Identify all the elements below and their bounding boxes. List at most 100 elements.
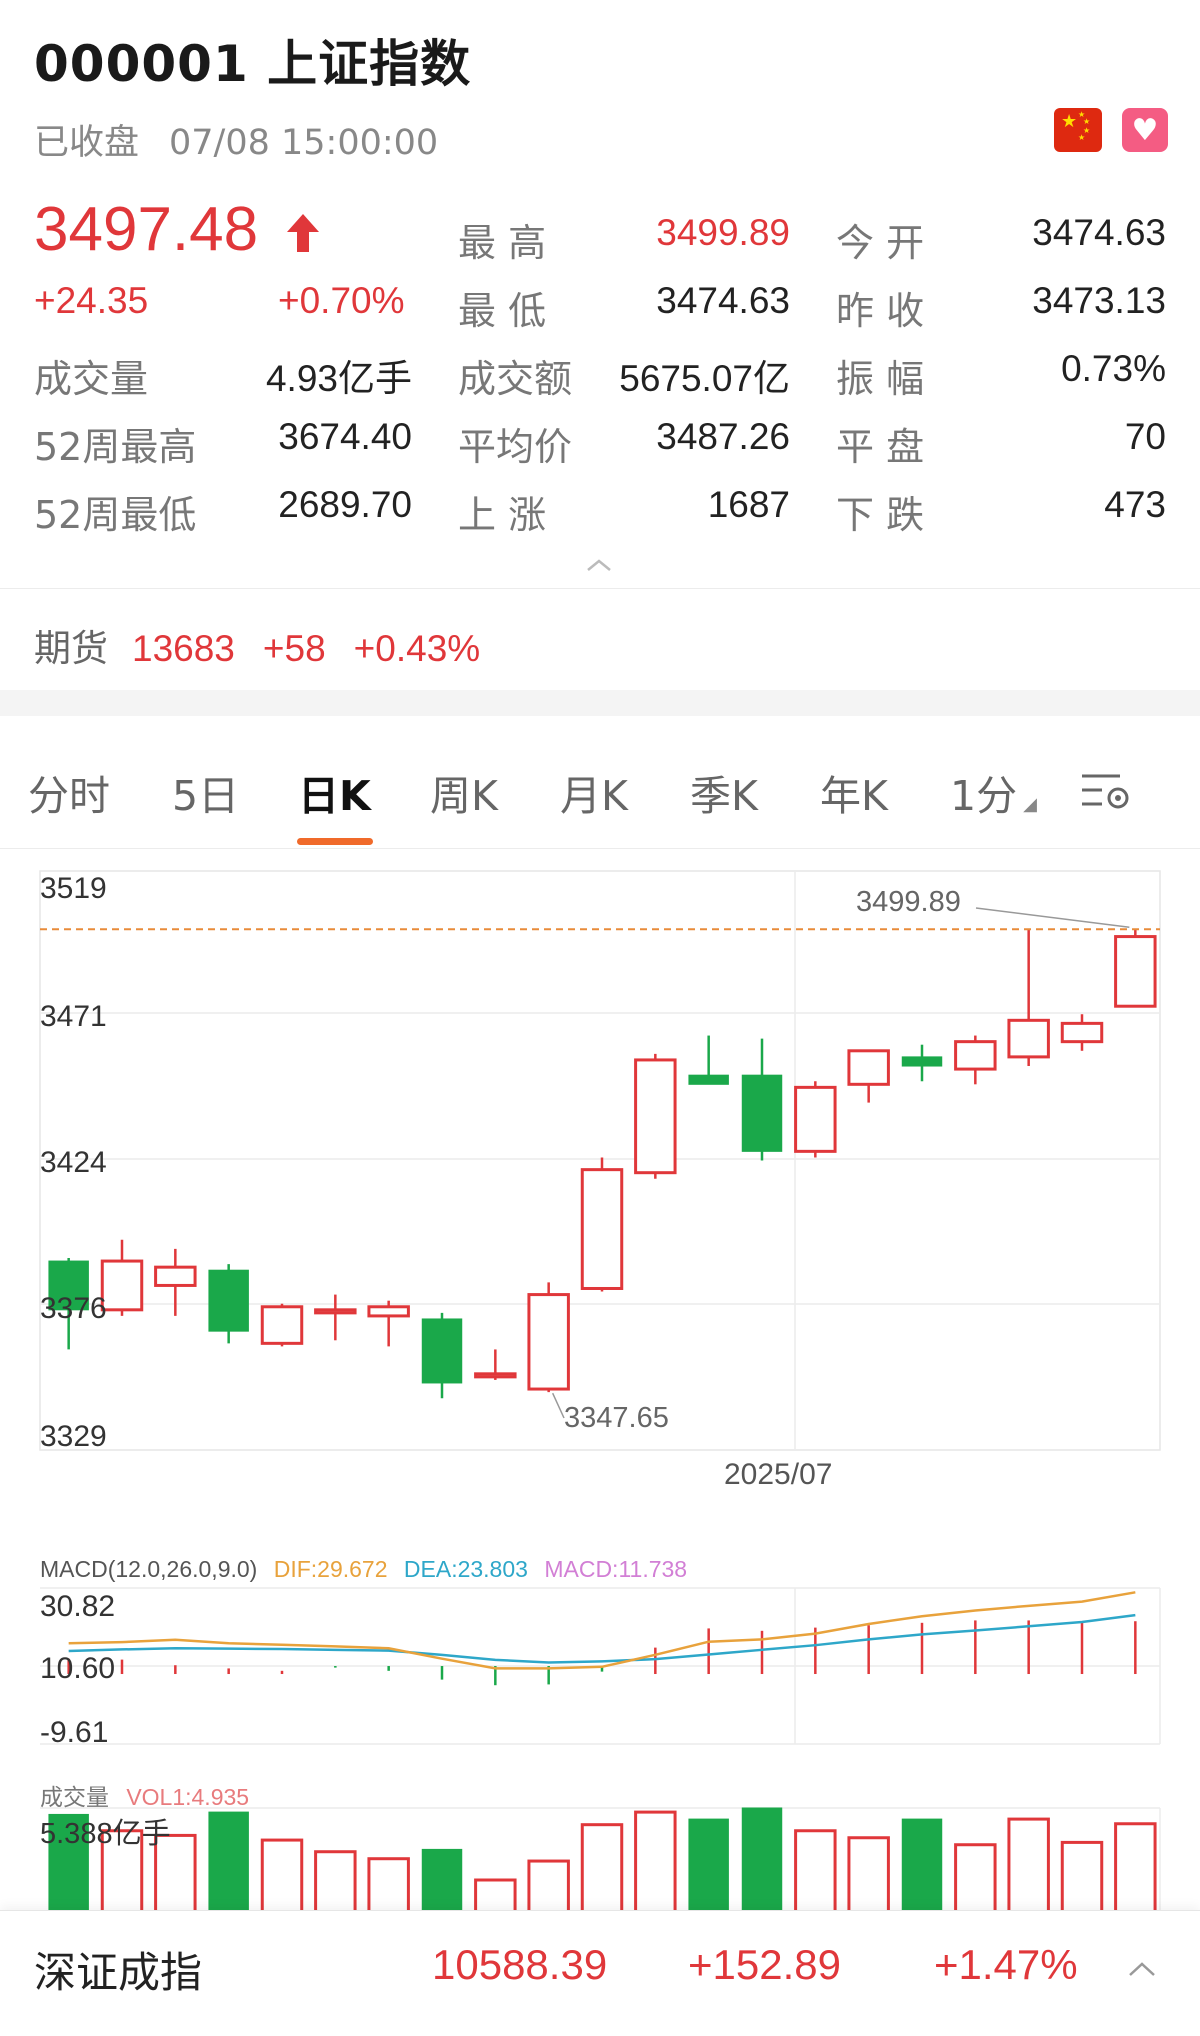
volume-label: 成交量 bbox=[40, 1785, 109, 1811]
stat-prevclose-value: 3473.13 bbox=[1032, 280, 1166, 321]
volume-bar bbox=[847, 1836, 890, 1910]
stat-prevclose-label: 昨 收 bbox=[836, 289, 925, 333]
candle-body bbox=[100, 1259, 144, 1312]
bottom-index-name: 深证成指 bbox=[34, 1948, 203, 1997]
volume-header: 成交量 VOL1:4.935 bbox=[40, 1778, 249, 1812]
high-callout-line bbox=[975, 907, 1130, 928]
candle-body bbox=[1114, 935, 1157, 1008]
expand-chevron-up-icon[interactable] bbox=[1128, 1961, 1156, 1977]
volume-bar bbox=[1007, 1817, 1050, 1910]
candle-body bbox=[794, 1085, 837, 1153]
candle-body bbox=[580, 1168, 624, 1290]
volume-bar bbox=[527, 1859, 570, 1910]
candle-body bbox=[260, 1305, 304, 1345]
volume-bar bbox=[474, 1878, 517, 1910]
candle-body bbox=[154, 1265, 197, 1287]
y-tick-label: 3424 bbox=[40, 1146, 107, 1179]
active-tab-indicator bbox=[297, 838, 373, 845]
high-price-annotation: 3499.89 bbox=[856, 886, 961, 918]
volume-bar bbox=[421, 1848, 463, 1910]
volume-bar bbox=[1060, 1840, 1104, 1910]
volume-bar bbox=[208, 1811, 249, 1910]
low-price-annotation: 3347.65 bbox=[564, 1402, 669, 1434]
stat-turnover-value: 5675.07亿 bbox=[619, 358, 790, 399]
volume-bar bbox=[367, 1857, 410, 1910]
china-flag-icon[interactable]: ★ ★ ★ ★ ★ bbox=[1054, 108, 1102, 152]
macd-dif-label: DIF:29.672 bbox=[273, 1556, 388, 1582]
stat-52w-high-label: 52周最高 bbox=[34, 425, 197, 469]
price-change-pct: +0.70% bbox=[278, 280, 405, 321]
section-separator bbox=[0, 690, 1200, 716]
stat-flat-value: 70 bbox=[1124, 416, 1166, 457]
stat-fall-label: 下 跌 bbox=[836, 493, 925, 537]
collapse-chevron-up-icon[interactable] bbox=[586, 558, 612, 572]
futures-value: 13683 bbox=[132, 628, 235, 669]
stat-volume-value: 4.93亿手 bbox=[265, 358, 412, 399]
stat-open-value: 3474.63 bbox=[1032, 212, 1166, 253]
stat-volume-label: 成交量 bbox=[34, 357, 149, 401]
tab-intraday[interactable]: 分时 bbox=[28, 762, 110, 822]
stat-turnover-label: 成交额 bbox=[458, 357, 573, 401]
y-tick-label: 3471 bbox=[40, 1000, 107, 1033]
stat-52w-low-value: 2689.70 bbox=[278, 484, 412, 525]
favorite-heart-icon[interactable]: ♥ bbox=[1122, 108, 1168, 152]
stat-open-label: 今 开 bbox=[836, 221, 925, 265]
macd-y-tick: -9.61 bbox=[40, 1716, 109, 1749]
bottom-index-bar[interactable]: 深证成指 10588.39 +152.89 +1.47% bbox=[0, 1910, 1200, 2036]
candle-body bbox=[954, 1040, 997, 1071]
chart-settings-icon[interactable] bbox=[1080, 768, 1136, 814]
volume-bar bbox=[688, 1818, 729, 1910]
tab-quarterly-k[interactable]: 季K bbox=[690, 762, 758, 822]
tab-daily-k[interactable]: 日K bbox=[298, 762, 371, 822]
volume-bar bbox=[260, 1838, 304, 1910]
stat-52w-low-label: 52周最低 bbox=[34, 493, 197, 537]
stock-chart[interactable] bbox=[0, 850, 1200, 1910]
stat-amplitude-label: 振 幅 bbox=[836, 357, 925, 401]
y-tick-label: 3329 bbox=[40, 1420, 107, 1453]
macd-header: MACD(12.0,26.0,9.0) DIF:29.672 DEA:23.80… bbox=[40, 1556, 687, 1583]
stat-rise-value: 1687 bbox=[707, 484, 790, 525]
stat-high-label: 最 高 bbox=[458, 221, 547, 265]
tab-yearly-k[interactable]: 年K bbox=[820, 762, 888, 822]
price-change: +24.35 bbox=[34, 280, 149, 321]
dropdown-triangle-icon: ◢ bbox=[1023, 794, 1037, 815]
y-tick-label: 3376 bbox=[40, 1292, 107, 1325]
volume-bar bbox=[1114, 1822, 1157, 1910]
x-axis-label: 2025/07 bbox=[724, 1458, 833, 1491]
volume-bar bbox=[580, 1823, 624, 1910]
low-callout-line bbox=[551, 1392, 565, 1419]
volume-bar bbox=[314, 1850, 357, 1910]
bottom-index-change-pct: +1.47% bbox=[934, 1941, 1078, 1988]
up-arrow-icon bbox=[287, 214, 319, 252]
stat-rise-label: 上 涨 bbox=[458, 493, 547, 537]
volume-bar bbox=[634, 1810, 677, 1910]
market-status: 已收盘 07/08 15:00:00 bbox=[34, 114, 438, 165]
macd-params-label: MACD(12.0,26.0,9.0) bbox=[40, 1556, 258, 1582]
candle-body bbox=[208, 1269, 249, 1332]
candle-body bbox=[901, 1056, 943, 1067]
volume-bar bbox=[741, 1807, 783, 1910]
volume-bar bbox=[954, 1843, 997, 1910]
futures-label: 期货 bbox=[34, 627, 108, 670]
tab-weekly-k[interactable]: 周K bbox=[430, 762, 498, 822]
stat-avg-price-label: 平均价 bbox=[458, 425, 573, 469]
futures-change: +58 bbox=[262, 628, 326, 669]
tab-monthly-k[interactable]: 月K bbox=[560, 762, 628, 822]
candle-body bbox=[367, 1305, 410, 1318]
futures-row[interactable]: 期货 13683 +58 +0.43% bbox=[34, 618, 508, 672]
tab-5day[interactable]: 5日 bbox=[172, 762, 239, 822]
candle-body bbox=[314, 1308, 357, 1315]
stat-low-value: 3474.63 bbox=[656, 280, 790, 321]
bottom-index-value: 10588.39 bbox=[432, 1941, 608, 1988]
candle-panel-border bbox=[39, 870, 1161, 1451]
volume-max-label: 5.388亿手 bbox=[40, 1818, 171, 1850]
candle-body bbox=[527, 1293, 570, 1391]
y-tick-label: 3519 bbox=[40, 872, 107, 905]
page-title: 000001 上证指数 bbox=[34, 35, 472, 93]
tab-1min-dropdown[interactable]: 1分 ◢ bbox=[950, 762, 1037, 822]
tab-1min-label: 1分 bbox=[950, 772, 1018, 820]
stat-52w-high-value: 3674.40 bbox=[278, 416, 412, 457]
current-price: 3497.48 bbox=[34, 195, 259, 264]
candle-body bbox=[741, 1074, 783, 1152]
macd-y-tick: 30.82 bbox=[40, 1590, 116, 1623]
